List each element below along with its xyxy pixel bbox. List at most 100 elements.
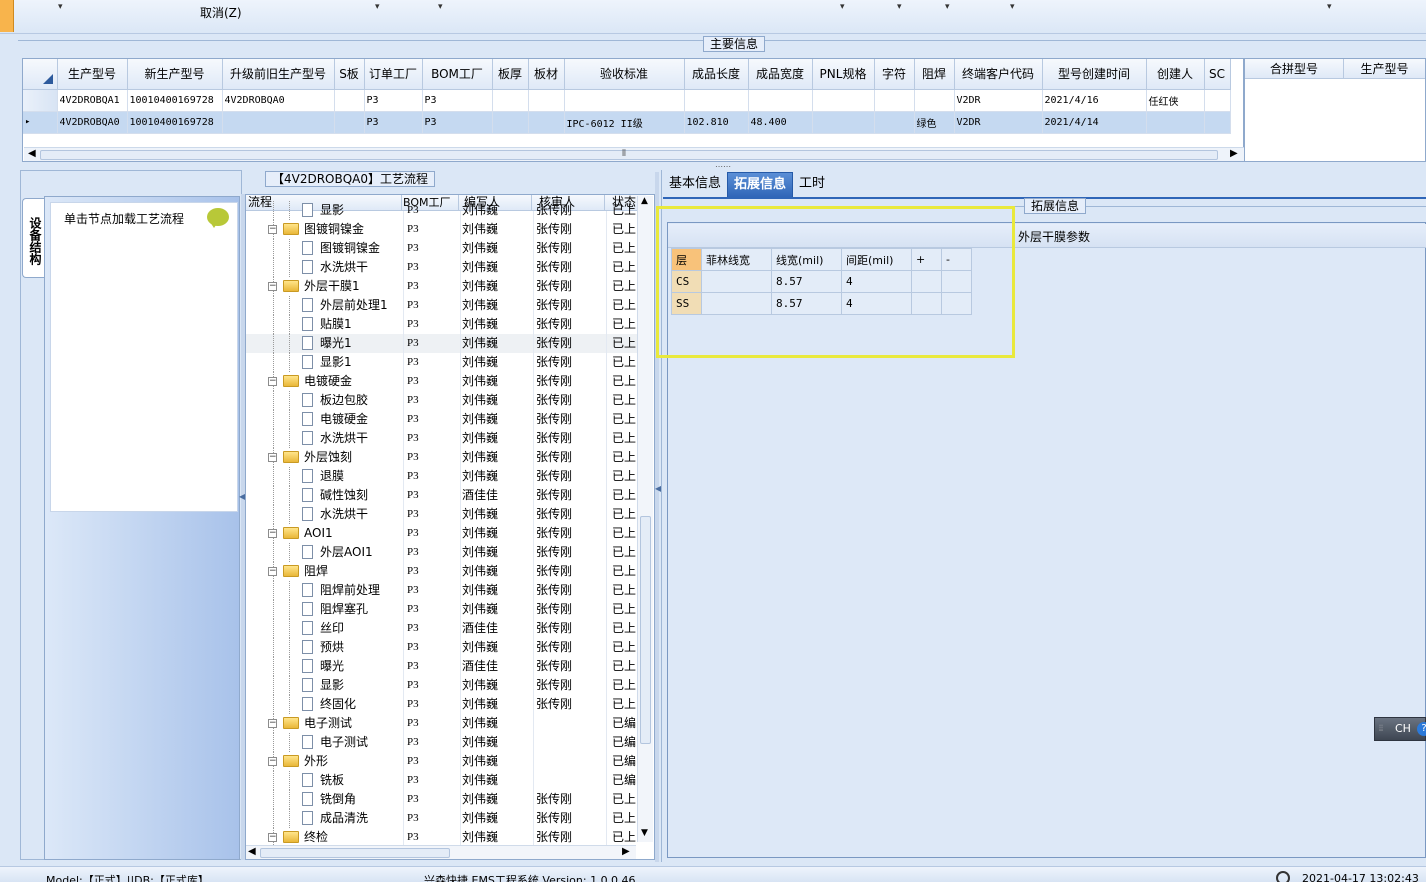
table-cell[interactable]: [874, 111, 915, 134]
collapse-node-icon[interactable]: −: [268, 719, 277, 728]
table-cell[interactable]: [812, 111, 875, 134]
table-cell[interactable]: 4V2DROBQA0: [57, 111, 128, 134]
table-cell[interactable]: 10010400169728: [127, 89, 223, 112]
tree-node-step[interactable]: 贴膜1 P3 刘伟巍 张传刚 已上: [246, 315, 646, 334]
tree-node-step[interactable]: 显影 P3 刘伟巍 张传刚 已上: [246, 676, 646, 695]
collapse-node-icon[interactable]: −: [268, 529, 277, 538]
tab-equipment-structure[interactable]: 设备结构: [22, 198, 44, 278]
tree-node-step[interactable]: 电子测试 P3 刘伟巍 已编: [246, 733, 646, 752]
table-cell[interactable]: [564, 89, 685, 112]
combine-grid[interactable]: 合拼型号 生产型号: [1244, 58, 1426, 162]
col-header[interactable]: 字符: [874, 59, 915, 90]
tree-node-step[interactable]: 铣板 P3 刘伟巍 已编: [246, 771, 646, 790]
tree-node-step[interactable]: 曝光 P3 酒佳佳 张传刚 已上: [246, 657, 646, 676]
col-header[interactable]: 验收标准: [564, 59, 685, 90]
table-cell[interactable]: [334, 89, 365, 112]
col-header[interactable]: 升级前旧生产型号: [222, 59, 335, 90]
tree-node-step[interactable]: 曝光1 P3 刘伟巍 张传刚 已上: [246, 334, 646, 353]
collapse-node-icon[interactable]: −: [268, 225, 277, 234]
table-cell[interactable]: 任红侠: [1146, 89, 1205, 112]
table-cell[interactable]: 绿色: [914, 111, 955, 134]
tree-node-step[interactable]: 退膜 P3 刘伟巍 张传刚 已上: [246, 467, 646, 486]
col-header[interactable]: 板厚: [492, 59, 529, 90]
col-header[interactable]: 订单工厂: [364, 59, 423, 90]
cancel-button[interactable]: 取消(Z): [200, 4, 242, 21]
ime-indicator[interactable]: ⦙⦙ CH ?: [1374, 717, 1426, 741]
tree-node-step[interactable]: 碱性蚀刻 P3 酒佳佳 张传刚 已上: [246, 486, 646, 505]
dropdown-arrow-icon[interactable]: ▾: [375, 2, 380, 12]
tree-node-group[interactable]: − 电镀硬金 P3 刘伟巍 张传刚 已上: [246, 372, 646, 391]
tree-node-step[interactable]: 外层前处理1 P3 刘伟巍 张传刚 已上: [246, 296, 646, 315]
tree-node-step[interactable]: 水洗烘干 P3 刘伟巍 张传刚 已上: [246, 429, 646, 448]
tab-work-hours[interactable]: 工时: [793, 172, 831, 198]
scroll-thumb[interactable]: [640, 516, 651, 744]
col-header[interactable]: 成品长度: [684, 59, 749, 90]
process-tree-vscrollbar[interactable]: ▲ ▼: [637, 196, 653, 842]
tree-node-group[interactable]: − 外形 P3 刘伟巍 已编: [246, 752, 646, 771]
tree-node-step[interactable]: 预烘 P3 刘伟巍 张传刚 已上: [246, 638, 646, 657]
scroll-thumb[interactable]: [260, 848, 450, 858]
structure-tree[interactable]: [50, 202, 238, 512]
tree-node-group[interactable]: − 电子测试 P3 刘伟巍 已编: [246, 714, 646, 733]
collapse-node-icon[interactable]: −: [268, 377, 277, 386]
main-grid-hscrollbar[interactable]: ◀ ⦀ ▶: [24, 147, 1244, 161]
tree-node-step[interactable]: 铣倒角 P3 刘伟巍 张传刚 已上: [246, 790, 646, 809]
scroll-right-icon[interactable]: ▶: [622, 846, 630, 857]
tree-node-step[interactable]: 成品清洗 P3 刘伟巍 张传刚 已上: [246, 809, 646, 828]
tab-basic-info[interactable]: 基本信息: [663, 172, 727, 198]
col-header[interactable]: 创建人: [1146, 59, 1205, 90]
tree-node-group[interactable]: − 外层蚀刻 P3 刘伟巍 张传刚 已上: [246, 448, 646, 467]
grid-corner[interactable]: [23, 59, 58, 90]
dropdown-arrow-icon[interactable]: ▾: [1327, 2, 1332, 12]
tree-node-step[interactable]: 板边包胶 P3 刘伟巍 张传刚 已上: [246, 391, 646, 410]
scroll-left-icon[interactable]: ◀: [28, 148, 36, 159]
table-cell[interactable]: [528, 89, 565, 112]
tree-node-step[interactable]: 图镀铜镍金 P3 刘伟巍 张传刚 已上: [246, 239, 646, 258]
table-cell[interactable]: [748, 89, 813, 112]
tab-extension-info[interactable]: 拓展信息: [727, 172, 794, 198]
dropdown-arrow-icon[interactable]: ▾: [438, 2, 443, 12]
dropdown-arrow-icon[interactable]: ▾: [897, 2, 902, 12]
col-header[interactable]: 板材: [528, 59, 565, 90]
col-header[interactable]: PNL规格: [812, 59, 875, 90]
tree-node-group[interactable]: − 图镀铜镍金 P3 刘伟巍 张传刚 已上: [246, 220, 646, 239]
collapse-node-icon[interactable]: −: [268, 453, 277, 462]
col-header[interactable]: SC: [1204, 59, 1231, 90]
table-cell[interactable]: V2DR: [954, 111, 1043, 134]
table-cell[interactable]: 2021/4/16: [1042, 89, 1147, 112]
tree-node-step[interactable]: 显影 P3 刘伟巍 张传刚 已上: [246, 201, 646, 220]
tree-node-step[interactable]: 水洗烘干 P3 刘伟巍 张传刚 已上: [246, 505, 646, 524]
table-cell[interactable]: [1204, 111, 1231, 134]
process-tree-grid[interactable]: 流程 BOM工厂 编写人 核审人 状态 显影 P3 刘伟巍 张传刚 已上 − 图镀铜镍金 P3…: [245, 194, 655, 860]
table-cell[interactable]: 2021/4/14: [1042, 111, 1147, 134]
tree-node-step[interactable]: 外层AOI1 P3 刘伟巍 张传刚 已上: [246, 543, 646, 562]
col-header[interactable]: 成品宽度: [748, 59, 813, 90]
tree-node-group[interactable]: − 阻焊 P3 刘伟巍 张传刚 已上: [246, 562, 646, 581]
table-cell[interactable]: P3: [364, 89, 423, 112]
table-row[interactable]: ▸ 4V2DROBQA0 10010400169728 P3 P3 IPC-6012 II…: [23, 111, 1231, 134]
table-cell[interactable]: [492, 111, 529, 134]
table-cell[interactable]: [1146, 111, 1205, 134]
table-row[interactable]: 4V2DROBQA1 10010400169728 4V2DROBQA0 P3 P3 V2…: [23, 89, 1231, 112]
process-tree-hscrollbar[interactable]: ◀ ▶: [246, 845, 636, 859]
tree-node-step[interactable]: 阻焊塞孔 P3 刘伟巍 张传刚 已上: [246, 600, 646, 619]
collapse-node-icon[interactable]: −: [268, 282, 277, 291]
table-cell[interactable]: 102.810: [684, 111, 749, 134]
table-cell[interactable]: 48.400: [748, 111, 813, 134]
table-cell[interactable]: [874, 89, 915, 112]
table-cell[interactable]: P3: [364, 111, 423, 134]
col-header[interactable]: BOM工厂: [422, 59, 493, 90]
table-cell[interactable]: 4V2DROBQA1: [57, 89, 128, 112]
col-header[interactable]: 生产型号: [57, 59, 128, 90]
col-header[interactable]: 型号创建时间: [1042, 59, 1147, 90]
combine-col-header[interactable]: 生产型号: [1344, 59, 1425, 78]
col-header[interactable]: 终端客户代码: [954, 59, 1043, 90]
tree-node-step[interactable]: 水洗烘干 P3 刘伟巍 张传刚 已上: [246, 258, 646, 277]
dropdown-arrow-icon[interactable]: ▾: [1010, 2, 1015, 12]
table-cell[interactable]: [334, 111, 365, 134]
table-cell[interactable]: 10010400169728: [127, 111, 223, 134]
scroll-left-icon[interactable]: ◀: [248, 846, 256, 857]
comment-icon[interactable]: [207, 208, 229, 228]
collapse-node-icon[interactable]: −: [268, 833, 277, 842]
scroll-thumb[interactable]: [40, 150, 1218, 160]
